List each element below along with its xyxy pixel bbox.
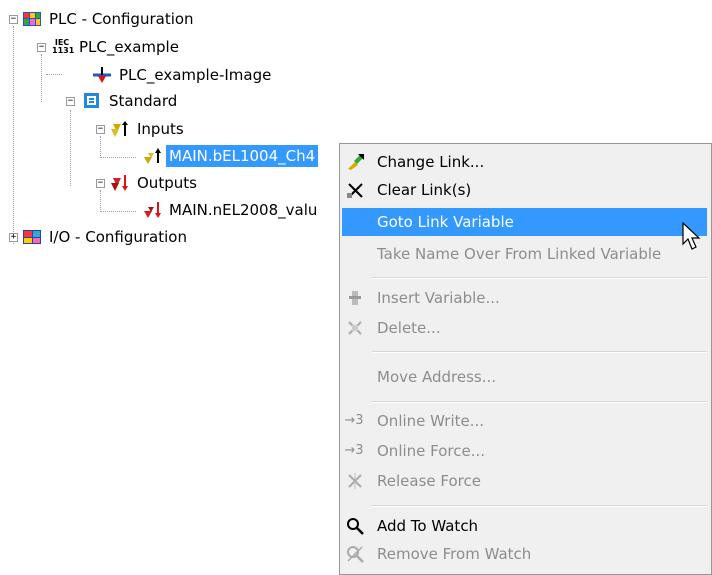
menu-item-delete[interactable]: Delete...: [342, 314, 707, 342]
linked-output-icon: [142, 201, 162, 219]
mouse-cursor-icon: [682, 221, 704, 256]
tree-line: [13, 26, 14, 244]
tree-item-label: PLC_example: [79, 38, 179, 56]
tree-item-label: MAIN.nEL2008_valu: [169, 201, 318, 219]
tree-line: [100, 136, 101, 158]
menu-item-clear-link[interactable]: Clear Link(s): [342, 176, 707, 204]
menu-item-goto-link-variable[interactable]: Goto Link Variable: [342, 208, 707, 236]
collapse-toggle[interactable]: −: [96, 125, 105, 134]
collapse-toggle[interactable]: −: [37, 43, 46, 52]
tree-item-plc-image[interactable]: PLC_example-Image: [92, 64, 274, 86]
menu-item-online-force[interactable]: →3 Online Force...: [342, 437, 707, 465]
menu-item-label: Change Link...: [377, 153, 485, 171]
task-icon: [82, 92, 102, 110]
tree-item-inputs[interactable]: Inputs: [110, 118, 187, 140]
menu-item-insert-variable[interactable]: Insert Variable...: [342, 284, 707, 312]
tree-line: [100, 211, 136, 212]
menu-item-label: Move Address...: [377, 368, 497, 386]
menu-item-label: Remove From Watch: [377, 545, 532, 563]
io-config-icon: [22, 228, 42, 246]
menu-item-label: Delete...: [377, 319, 441, 337]
menu-item-take-name-over[interactable]: Take Name Over From Linked Variable: [342, 240, 707, 268]
tree-item-label: MAIN.bEL1004_Ch4: [166, 145, 319, 167]
menu-item-online-write[interactable]: →3 Online Write...: [342, 407, 707, 435]
tree-line: [100, 157, 136, 158]
menu-item-move-address[interactable]: Move Address...: [342, 363, 707, 391]
delete-icon: [346, 319, 364, 337]
menu-item-label: Take Name Over From Linked Variable: [377, 245, 662, 263]
menu-item-label: Clear Link(s): [377, 181, 472, 199]
menu-item-change-link[interactable]: Change Link...: [342, 148, 707, 176]
menu-separator: [372, 505, 707, 507]
magnifier-icon: [346, 517, 364, 535]
outputs-icon: [110, 174, 130, 192]
tree-item-label: Standard: [109, 92, 178, 110]
menu-item-label: Insert Variable...: [377, 289, 500, 307]
iec-icon: IEC 1131: [52, 37, 75, 57]
tree-item-label: PLC_example-Image: [119, 66, 272, 84]
menu-item-label: Release Force: [377, 472, 481, 490]
tree-item-plc-configuration[interactable]: PLC - Configuration: [22, 8, 197, 30]
clear-link-icon: [346, 181, 364, 199]
tree-item-outputs[interactable]: Outputs: [110, 172, 200, 194]
tree-line: [46, 74, 62, 75]
menu-item-add-to-watch[interactable]: Add To Watch: [342, 512, 707, 540]
tree-line: [100, 190, 101, 212]
online-write-icon: →3: [344, 413, 364, 428]
collapse-toggle[interactable]: −: [66, 97, 75, 106]
menu-item-release-force[interactable]: Release Force: [342, 467, 707, 495]
tree-line: [41, 54, 42, 102]
tree-item-input-variable[interactable]: MAIN.bEL1004_Ch4: [142, 145, 319, 167]
process-image-icon: [92, 66, 112, 84]
tree-item-label: Inputs: [137, 120, 184, 138]
insert-variable-icon: [346, 289, 364, 307]
plc-config-icon: [22, 10, 42, 28]
collapse-toggle[interactable]: −: [96, 179, 105, 188]
menu-separator: [372, 277, 707, 279]
expand-toggle[interactable]: +: [9, 233, 18, 242]
tree-item-plc-example[interactable]: IEC 1131 PLC_example: [52, 36, 182, 58]
tree-item-standard[interactable]: Standard: [82, 90, 180, 112]
tree-item-label: I/O - Configuration: [49, 228, 187, 246]
menu-separator: [372, 351, 707, 353]
context-menu: Change Link... Clear Link(s) Goto Link V…: [339, 143, 712, 575]
menu-item-remove-from-watch[interactable]: Remove From Watch: [342, 540, 707, 568]
menu-item-label: Online Force...: [377, 442, 486, 460]
tree-line: [70, 110, 71, 186]
iec-badge: IEC 1131: [52, 37, 75, 55]
linked-input-icon: [142, 147, 162, 165]
remove-watch-icon: [346, 545, 364, 563]
tree-item-output-variable[interactable]: MAIN.nEL2008_valu: [142, 199, 320, 221]
online-force-icon: →3: [344, 443, 364, 458]
collapse-toggle[interactable]: −: [9, 15, 18, 24]
menu-item-label: Online Write...: [377, 412, 485, 430]
tree-item-label: Outputs: [137, 174, 197, 192]
change-link-icon: [346, 153, 364, 171]
release-force-icon: [346, 472, 364, 490]
menu-separator: [372, 401, 707, 403]
menu-item-label: Add To Watch: [377, 517, 479, 535]
tree-item-label: PLC - Configuration: [49, 10, 194, 28]
inputs-icon: [110, 120, 130, 138]
menu-item-label: Goto Link Variable: [377, 213, 514, 231]
tree-item-io-configuration[interactable]: I/O - Configuration: [22, 226, 190, 248]
